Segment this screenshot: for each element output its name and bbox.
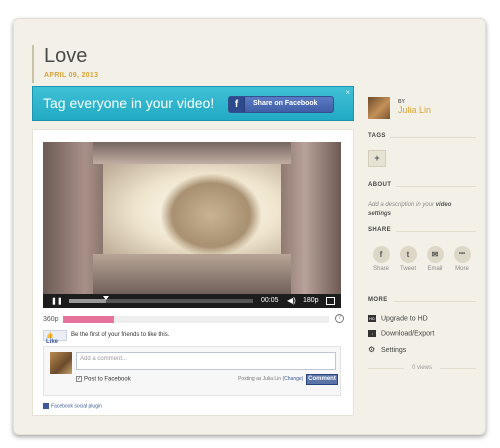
divider [396, 186, 476, 187]
facebook-icon [43, 403, 49, 409]
settings-link[interactable]: ⚙ Settings [368, 345, 406, 354]
post-title: Love [44, 45, 88, 67]
change-link[interactable]: (Change) [282, 376, 303, 382]
seek-bar[interactable] [69, 296, 253, 303]
comment-button[interactable]: Comment [306, 374, 338, 385]
video-image-crumpled-paper [161, 174, 261, 256]
current-time: 00:05 [261, 297, 279, 304]
about-text: Add a description in your video settings [368, 201, 476, 219]
email-button[interactable]: ✉ Email [422, 246, 448, 272]
download-export-link[interactable]: ↓ Download/Export [368, 330, 434, 337]
more-icon: ••• [453, 246, 471, 263]
email-icon: ✉ [426, 246, 444, 263]
share-on-facebook-button[interactable]: f Share on Facebook [228, 96, 334, 113]
tags-heading: TAGS [368, 133, 386, 139]
share-facebook-button[interactable]: f Share [368, 246, 394, 272]
post-to-facebook-label: Post to Facebook [84, 376, 131, 383]
more-share-button[interactable]: ••• More [449, 246, 475, 272]
more-heading: MORE [368, 297, 388, 303]
divider [394, 301, 476, 302]
quality-bar-fill [63, 316, 114, 323]
video-image-top-wall [93, 142, 291, 164]
quality-bar [63, 316, 329, 323]
like-text: Be the first of your friends to like thi… [71, 332, 170, 338]
like-button[interactable]: 👍 Like [43, 330, 67, 345]
upgrade-to-hd-link[interactable]: HD Upgrade to HD [368, 315, 428, 322]
banner-text: Tag everyone in your video! [43, 95, 215, 111]
volume-icon[interactable]: ◀) [287, 296, 296, 305]
facebook-plugin-label: Facebook social plugin [51, 403, 102, 410]
video-settings-link-2[interactable]: settings [368, 211, 391, 217]
title-block: Love APRIL 09, 2013 [32, 45, 98, 83]
avatar[interactable] [368, 97, 390, 119]
player-controls: ❚❚ 00:05 ◀) 180p [43, 294, 341, 308]
quality-label: 360p [43, 316, 59, 323]
main-panel: ❚❚ 00:05 ◀) 180p 360p ? 👍 Like Be the fi… [32, 129, 354, 416]
post-date: APRIL 09, 2013 [44, 72, 99, 79]
share-heading: SHARE [368, 227, 392, 233]
hd-icon: HD [368, 315, 376, 322]
comment-box: Add a comment... ✓ Post to Facebook Posti… [43, 346, 341, 396]
video-settings-link[interactable]: video [436, 202, 452, 208]
tag-banner: Tag everyone in your video! f Share on F… [32, 86, 354, 121]
about-prefix: Add a description in your [368, 202, 435, 208]
close-icon[interactable]: × [345, 88, 350, 97]
checkbox-icon[interactable]: ✓ [76, 376, 82, 382]
facebook-icon: f [229, 97, 245, 112]
download-icon: ↓ [368, 330, 376, 337]
posting-as: Posting as Julia Lin (Change) [238, 376, 303, 382]
add-person-icon: + [374, 153, 380, 163]
video-frame[interactable] [43, 142, 341, 294]
share-label: Share [372, 266, 389, 272]
tweet-label: Tweet [399, 266, 416, 272]
pause-icon[interactable]: ❚❚ [51, 297, 63, 305]
email-label: Email [427, 266, 443, 272]
comment-input[interactable]: Add a comment... [76, 352, 336, 370]
video-image-floor [93, 254, 291, 294]
about-heading: ABOUT [368, 182, 392, 188]
facebook-social-plugin[interactable]: Facebook social plugin [43, 403, 102, 409]
seek-thumb[interactable] [102, 296, 109, 300]
tweet-button[interactable]: t Tweet [395, 246, 421, 272]
divider [440, 368, 476, 369]
download-label: Download/Export [381, 330, 435, 338]
add-tag-button[interactable]: + [368, 150, 386, 167]
gear-icon: ⚙ [368, 345, 376, 354]
post-card: Love APRIL 09, 2013 Tag everyone in your… [13, 18, 486, 435]
twitter-icon: t [399, 246, 417, 263]
seek-fill [69, 299, 106, 303]
divider [390, 137, 476, 138]
settings-label: Settings [381, 347, 407, 354]
facebook-icon: f [372, 246, 390, 263]
quality-selector[interactable]: 180p [303, 297, 319, 304]
share-on-facebook-label: Share on Facebook [253, 100, 318, 107]
upgrade-label: Upgrade to HD [381, 315, 428, 323]
like-label: Like [46, 339, 59, 345]
user-name[interactable]: Julia Lin [398, 105, 431, 115]
fullscreen-icon[interactable] [326, 297, 335, 305]
help-icon[interactable]: ? [335, 314, 344, 323]
divider [396, 231, 476, 232]
avatar [50, 352, 72, 374]
more-label: More [455, 266, 469, 272]
posting-as-text: Posting as Julia Lin [238, 376, 282, 382]
post-to-facebook-checkbox[interactable]: ✓ Post to Facebook [76, 376, 131, 383]
